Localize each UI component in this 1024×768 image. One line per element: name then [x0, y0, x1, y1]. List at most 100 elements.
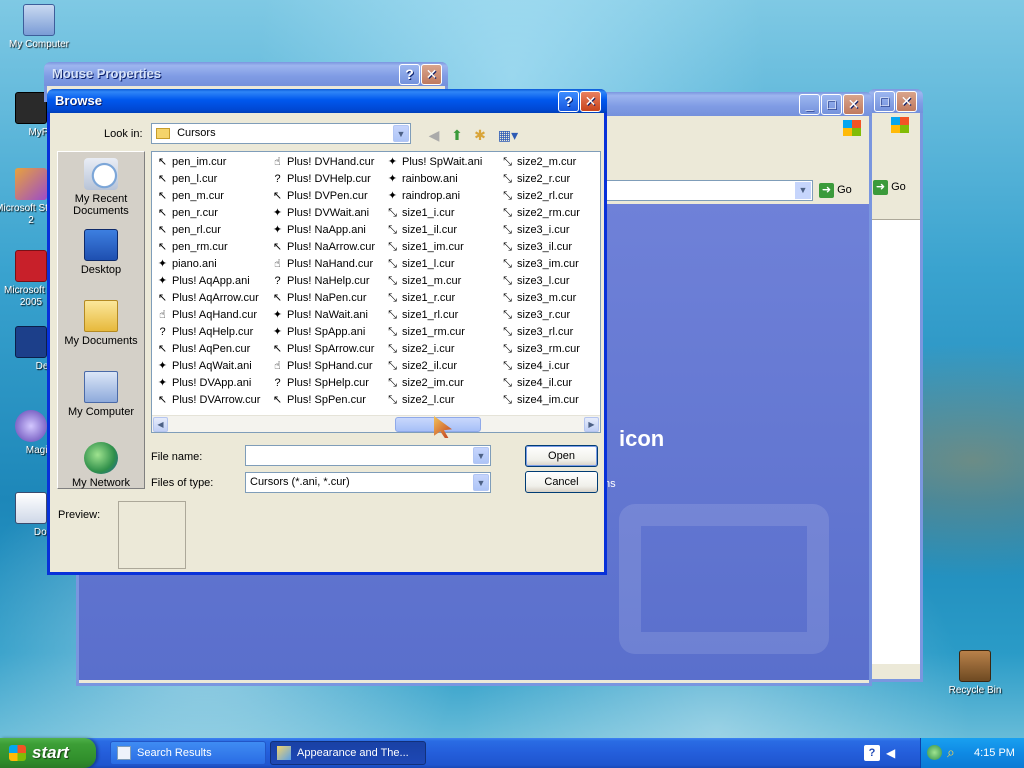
file-item[interactable]: ⤡ size3_i.cur — [499, 222, 600, 239]
close-button[interactable]: ✕ — [421, 64, 442, 85]
close-button[interactable]: ✕ — [896, 91, 917, 112]
views-menu-icon[interactable]: ▦▾ — [495, 126, 521, 144]
file-item[interactable]: ✦ Plus! NaApp.ani — [269, 222, 384, 239]
file-item[interactable]: ↖ Plus! NaPen.cur — [269, 290, 384, 307]
background-window-right[interactable]: □ ✕ ➜ Go — [868, 89, 923, 682]
file-item[interactable]: ↖ pen_im.cur — [154, 154, 269, 171]
file-item[interactable]: ☝ Plus! AqHand.cur — [154, 307, 269, 324]
file-item[interactable]: ⤡ size2_m.cur — [499, 154, 600, 171]
file-item[interactable]: ⤡ size3_r.cur — [499, 307, 600, 324]
address-combo[interactable]: ▼ — [599, 180, 813, 201]
file-item[interactable]: ? Plus! AqHelp.cur — [154, 324, 269, 341]
go-button[interactable]: ➜ Go — [819, 183, 852, 198]
file-item[interactable]: ↖ pen_r.cur — [154, 205, 269, 222]
file-item[interactable]: ⤡ size1_l.cur — [384, 256, 499, 273]
file-item[interactable]: ⤡ size1_rm.cur — [384, 324, 499, 341]
file-item[interactable]: ⤡ size2_rl.cur — [499, 188, 600, 205]
file-item[interactable]: ✦ Plus! AqWait.ani — [154, 358, 269, 375]
browse-dialog[interactable]: Browse ? ✕ Look in: Cursors ▼ ◀ ⬆ ✱ ▦▾ M… — [47, 89, 607, 575]
close-button[interactable]: ✕ — [580, 91, 601, 112]
file-item[interactable]: ⤡ size3_im.cur — [499, 256, 600, 273]
close-button[interactable]: ✕ — [843, 94, 864, 115]
maximize-button[interactable]: □ — [874, 91, 895, 112]
look-in-combo[interactable]: Cursors ▼ — [151, 123, 411, 144]
file-item[interactable]: ✦ Plus! AqApp.ani — [154, 273, 269, 290]
task-search-results[interactable]: Search Results — [110, 741, 266, 765]
file-item[interactable]: ⤡ size3_rl.cur — [499, 324, 600, 341]
file-item[interactable]: ↖ Plus! AqPen.cur — [154, 341, 269, 358]
file-item[interactable]: ✦ Plus! SpApp.ani — [269, 324, 384, 341]
file-item[interactable]: ↖ pen_rl.cur — [154, 222, 269, 239]
file-item[interactable]: ↖ pen_m.cur — [154, 188, 269, 205]
file-item[interactable]: ✦ Plus! SpWait.ani — [384, 154, 499, 171]
place-my-recent-documents[interactable]: My Recent Documents — [58, 152, 144, 223]
file-item[interactable]: ⤡ size4_il.cur — [499, 375, 600, 392]
background-window-right-titlebar[interactable]: □ ✕ — [868, 89, 923, 113]
file-item[interactable]: ☝ Plus! DVHand.cur — [269, 154, 384, 171]
file-item[interactable]: ✦ raindrop.ani — [384, 188, 499, 205]
file-item[interactable]: ⤡ size3_il.cur — [499, 239, 600, 256]
place-my-documents[interactable]: My Documents — [58, 294, 144, 365]
file-item[interactable]: ↖ pen_rm.cur — [154, 239, 269, 256]
file-item[interactable]: ⤡ size3_l.cur — [499, 273, 600, 290]
file-item[interactable]: ⤡ size3_rm.cur — [499, 341, 600, 358]
file-item[interactable]: ⤡ size2_l.cur — [384, 392, 499, 409]
help-button[interactable]: ? — [399, 64, 420, 85]
file-item[interactable]: ✦ piano.ani — [154, 256, 269, 273]
scroll-right-icon[interactable]: ▶ — [584, 417, 599, 432]
start-button[interactable]: start — [0, 738, 96, 768]
up-folder-icon[interactable]: ⬆ — [447, 126, 467, 144]
file-item[interactable]: ✦ rainbow.ani — [384, 171, 499, 188]
file-item[interactable]: ↖ Plus! SpArrow.cur — [269, 341, 384, 358]
file-item[interactable]: ⤡ size1_il.cur — [384, 222, 499, 239]
cancel-button[interactable]: Cancel — [525, 471, 598, 493]
file-item[interactable]: ⤡ size1_m.cur — [384, 273, 499, 290]
file-item[interactable]: ↖ Plus! SpPen.cur — [269, 392, 384, 409]
place-my-network[interactable]: My Network — [58, 436, 144, 507]
file-item[interactable]: ☝ Plus! SpHand.cur — [269, 358, 384, 375]
file-item[interactable]: ⤡ size2_r.cur — [499, 171, 600, 188]
file-item[interactable]: ⤡ size2_il.cur — [384, 358, 499, 375]
files-of-type-combo[interactable]: Cursors (*.ani, *.cur) ▼ — [245, 472, 491, 493]
file-item[interactable]: ⤡ size2_rm.cur — [499, 205, 600, 222]
clock[interactable]: 4:15 PM — [974, 747, 1015, 759]
show-hidden-icons-icon[interactable]: ◀ — [886, 746, 895, 760]
file-item[interactable]: ⤡ size3_m.cur — [499, 290, 600, 307]
search-tray-icon[interactable]: ⌕ — [947, 744, 955, 761]
file-item[interactable]: ✦ Plus! NaWait.ani — [269, 307, 384, 324]
file-item[interactable]: ↖ Plus! DVPen.cur — [269, 188, 384, 205]
mouse-properties-titlebar[interactable]: Mouse Properties ? ✕ — [44, 62, 448, 86]
file-item[interactable]: ✦ Plus! DVApp.ani — [154, 375, 269, 392]
file-item[interactable]: ⤡ size4_i.cur — [499, 358, 600, 375]
file-item[interactable]: ↖ Plus! DVArrow.cur — [154, 392, 269, 409]
desktop-icon-recycle-bin[interactable]: Recycle Bin — [938, 650, 1012, 696]
browse-titlebar[interactable]: Browse ? ✕ — [47, 89, 607, 113]
place-my-computer[interactable]: My Computer — [58, 365, 144, 436]
file-item[interactable]: ↖ Plus! AqArrow.cur — [154, 290, 269, 307]
network-tray-icon[interactable] — [927, 745, 942, 760]
minimize-button[interactable]: _ — [799, 94, 820, 115]
back-icon[interactable]: ◀ — [424, 126, 444, 144]
open-button[interactable]: Open — [525, 445, 598, 467]
go-button[interactable]: ➜ Go — [873, 180, 906, 195]
help-tray-icon[interactable]: ? — [864, 745, 880, 761]
file-item[interactable]: ↖ Plus! NaArrow.cur — [269, 239, 384, 256]
file-item[interactable]: ⤡ size2_im.cur — [384, 375, 499, 392]
help-button[interactable]: ? — [558, 91, 579, 112]
file-item[interactable]: ✦ Plus! DVWait.ani — [269, 205, 384, 222]
file-item[interactable]: ? Plus! DVHelp.cur — [269, 171, 384, 188]
file-item[interactable]: ⤡ size1_i.cur — [384, 205, 499, 222]
horizontal-scrollbar[interactable]: ◀ ▶ — [152, 415, 600, 432]
file-item[interactable]: ⤡ size1_r.cur — [384, 290, 499, 307]
file-item[interactable]: ? Plus! NaHelp.cur — [269, 273, 384, 290]
place-desktop[interactable]: Desktop — [58, 223, 144, 294]
desktop-icon-my-computer[interactable]: My Computer — [2, 4, 76, 50]
file-item[interactable]: ⤡ size1_rl.cur — [384, 307, 499, 324]
file-item[interactable]: ⤡ size1_im.cur — [384, 239, 499, 256]
maximize-button[interactable]: □ — [821, 94, 842, 115]
file-item[interactable]: ☝ Plus! NaHand.cur — [269, 256, 384, 273]
file-list[interactable]: ↖ pen_im.cur ↖ pen_l.cur ↖ pen_m.cur ↖ pen_r.cu… — [151, 151, 601, 433]
task-appearance-and-themes[interactable]: Appearance and The... — [270, 741, 426, 765]
file-item[interactable]: ↖ pen_l.cur — [154, 171, 269, 188]
file-item[interactable]: ? Plus! SpHelp.cur — [269, 375, 384, 392]
